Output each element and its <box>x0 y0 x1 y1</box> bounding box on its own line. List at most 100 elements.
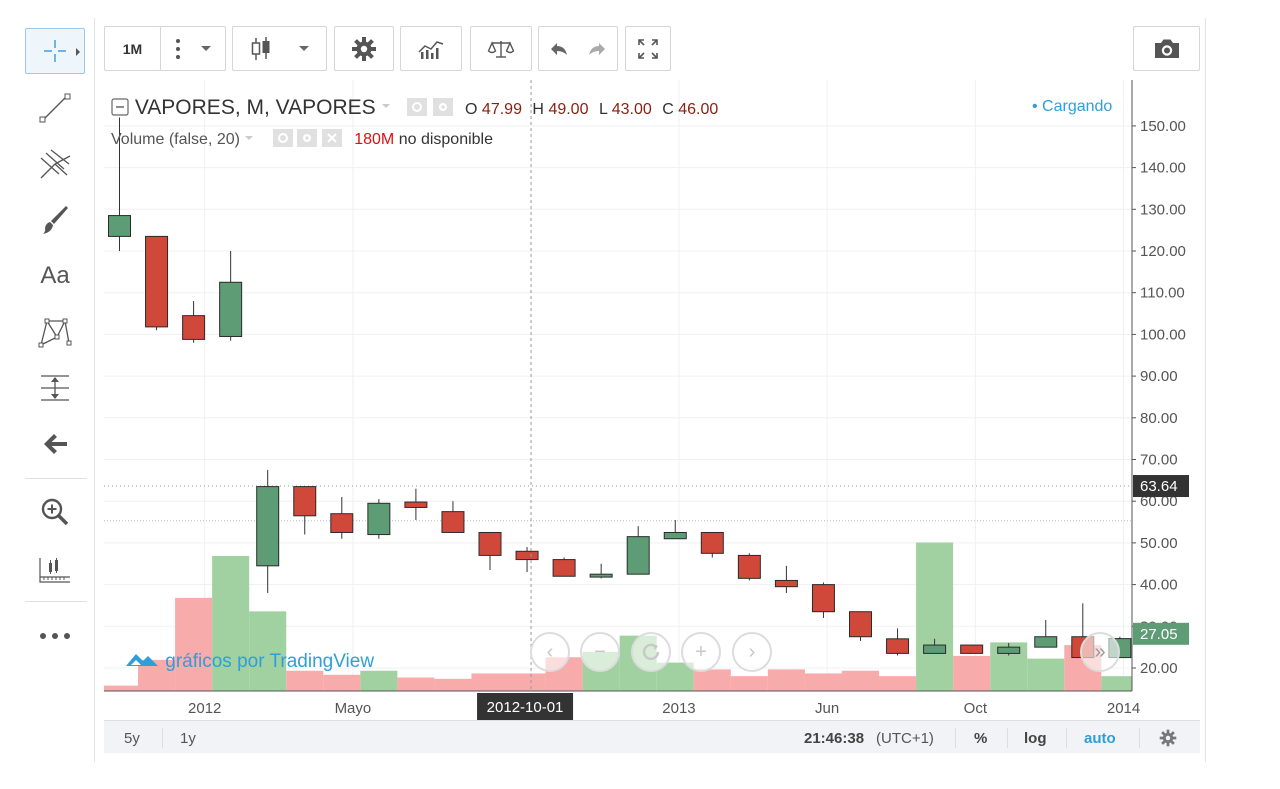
open-label: O <box>465 101 478 118</box>
candle-body[interactable] <box>737 554 761 579</box>
candle-body[interactable] <box>293 486 317 517</box>
log-toggle[interactable]: log <box>1024 730 1047 747</box>
hide-drawings-tool[interactable] <box>25 546 85 594</box>
zoom-tool[interactable] <box>25 488 85 536</box>
indicators-button[interactable] <box>400 26 462 71</box>
chart-type-button[interactable] <box>232 26 327 71</box>
brush-tool[interactable] <box>25 196 85 244</box>
candle-body[interactable] <box>960 644 984 654</box>
candle-body[interactable] <box>1034 636 1058 648</box>
gear-icon <box>352 36 376 61</box>
close-icon[interactable] <box>321 129 342 147</box>
screenshot-button[interactable] <box>1133 26 1200 71</box>
candle-body[interactable] <box>552 559 576 577</box>
candle-body[interactable] <box>515 550 539 561</box>
settings-icon[interactable] <box>297 129 318 147</box>
eye-icon[interactable] <box>272 129 293 147</box>
candle-body[interactable] <box>256 486 280 567</box>
measure-tool[interactable] <box>25 364 85 412</box>
candle-body[interactable] <box>182 315 206 340</box>
scroll-to-realtime-button[interactable]: » <box>1080 632 1120 672</box>
candle-body[interactable] <box>589 573 613 578</box>
scroll-right-button[interactable]: › <box>732 632 772 672</box>
gear-icon[interactable] <box>1159 729 1177 747</box>
loading-text: • Cargando <box>1032 98 1113 115</box>
candle-body[interactable] <box>441 511 465 533</box>
symbol-title[interactable]: VAPORES, M, VAPORES <box>135 96 376 119</box>
zoom-out-button[interactable]: − <box>580 632 620 672</box>
zoom-in-button[interactable]: + <box>681 632 721 672</box>
chevron-down-icon[interactable] <box>244 135 254 143</box>
candle-body[interactable] <box>774 579 798 588</box>
tradingview-watermark[interactable]: gráficos por TradingView <box>124 649 374 673</box>
loading-status: • Cargando <box>1032 98 1112 116</box>
candle-body[interactable] <box>811 584 835 613</box>
scroll-left-button[interactable]: ‹ <box>530 632 570 672</box>
interval-button[interactable]: 1M <box>104 26 161 71</box>
candle-body[interactable] <box>478 531 502 556</box>
candle-body[interactable] <box>145 235 169 328</box>
remove-drawings-tool[interactable] <box>25 420 85 468</box>
auto-toggle[interactable]: auto <box>1084 730 1116 747</box>
crosshair-date-label: 2012-10-01 <box>487 699 564 716</box>
open-value: 47.99 <box>481 101 522 118</box>
high-value: 49.00 <box>548 101 589 118</box>
price-tick-label: 70.00 <box>1140 452 1178 469</box>
volume-value: 180M <box>354 131 395 148</box>
candle-body[interactable] <box>219 281 243 337</box>
candle-body[interactable] <box>923 644 947 654</box>
volume-bar <box>360 670 398 691</box>
candle-body[interactable] <box>886 638 910 654</box>
compare-button[interactable] <box>470 26 532 71</box>
price-tick-label: 140.00 <box>1140 160 1186 177</box>
reset-chart-button[interactable] <box>631 632 671 672</box>
brush-icon <box>43 206 68 234</box>
plot-background[interactable] <box>104 80 1132 691</box>
price-chart[interactable]: 20.0030.0040.0050.0060.0070.0080.0090.00… <box>104 80 1200 720</box>
crosshair-tool[interactable] <box>25 28 85 74</box>
candle-body[interactable] <box>849 611 872 638</box>
candle-body[interactable] <box>663 531 687 540</box>
pitchfork-tool[interactable] <box>25 140 85 188</box>
crosshair-price-label: 63.64 <box>1140 478 1178 495</box>
range-1y-button[interactable]: 1y <box>180 730 196 747</box>
range-5y-button[interactable]: 5y <box>124 730 140 747</box>
more-tools[interactable] <box>25 612 85 660</box>
price-tick-label: 130.00 <box>1140 201 1186 218</box>
candle-body[interactable] <box>700 531 724 554</box>
vertical-dots-icon <box>176 38 180 59</box>
arrow-left-icon <box>44 434 67 454</box>
chevron-down-icon[interactable] <box>381 103 391 111</box>
volume-bar <box>953 655 991 691</box>
bottom-toolbar: 5y 1y 21:46:38 (UTC+1) % log auto <box>104 720 1200 753</box>
text-tool[interactable]: Aa <box>25 252 85 300</box>
close-label: C <box>662 101 674 118</box>
candle-body[interactable] <box>404 501 428 508</box>
trend-line-tool[interactable] <box>25 84 85 132</box>
redo-icon[interactable] <box>587 41 607 57</box>
settings-icon[interactable] <box>433 98 454 116</box>
price-tick-label: 20.00 <box>1140 660 1178 677</box>
volume-bar <box>471 673 509 691</box>
clock-timezone[interactable]: (UTC+1) <box>876 730 934 747</box>
candle-body[interactable] <box>108 215 131 237</box>
settings-button[interactable] <box>334 26 394 71</box>
undo-icon[interactable] <box>549 41 569 57</box>
time-tick-label: 2012 <box>188 700 221 717</box>
volume-bar <box>323 674 361 691</box>
candle-body[interactable] <box>367 502 391 536</box>
interval-dropdown-button[interactable] <box>160 26 226 71</box>
collapse-icon[interactable] <box>111 98 129 116</box>
percent-toggle[interactable]: % <box>974 730 987 747</box>
volume-bar <box>434 678 472 691</box>
pattern-tool[interactable] <box>25 308 85 356</box>
volume-title[interactable]: Volume (false, 20) <box>111 131 240 148</box>
crosshair-icon <box>44 40 66 62</box>
candle-body[interactable] <box>626 536 650 575</box>
measure-icon <box>41 375 69 401</box>
candle-body[interactable] <box>330 513 354 533</box>
candle-body[interactable] <box>997 646 1021 654</box>
undo-redo-group <box>538 26 618 71</box>
fullscreen-button[interactable] <box>625 26 671 71</box>
eye-icon[interactable] <box>407 98 428 116</box>
